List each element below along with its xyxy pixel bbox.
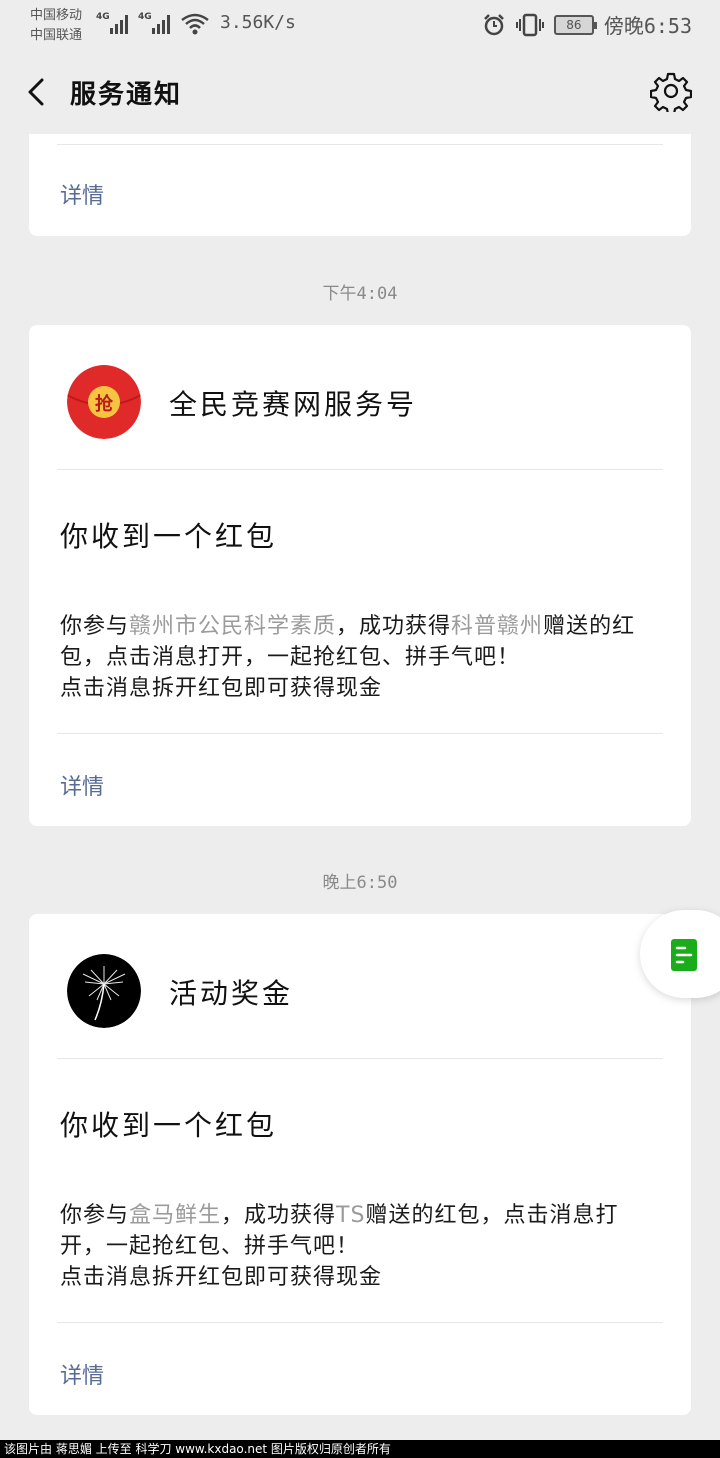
- account-name: 全民竞赛网服务号: [169, 388, 418, 421]
- wifi-icon: [181, 13, 209, 35]
- clock: 傍晚6:53: [603, 14, 692, 38]
- vibrate-icon: [515, 13, 544, 36]
- message-timestamp: 下午4:04: [322, 284, 398, 304]
- avatar-char: 抢: [95, 394, 113, 415]
- highlight-text: 科普赣州: [451, 614, 544, 639]
- account-name: 活动奖金: [169, 977, 294, 1010]
- network-type-1: 4G: [96, 12, 110, 22]
- notification-card[interactable]: 活动奖金 你收到一个红包 你参与盒马鲜生，成功获得TS赠送的红包，点击消息打开，…: [29, 914, 691, 1415]
- divider: [57, 733, 663, 734]
- notification-card[interactable]: 抢 全民竞赛网服务号 你收到一个红包 你参与赣州市公民科学素质，成功获得科普赣州…: [29, 325, 691, 826]
- highlight-text: TS: [336, 1203, 366, 1228]
- alarm-icon: [483, 13, 504, 35]
- details-link[interactable]: 详情: [60, 769, 104, 801]
- notification-card[interactable]: 详情: [29, 134, 691, 236]
- account-avatar[interactable]: 抢: [67, 365, 141, 439]
- account-avatar[interactable]: [67, 954, 141, 1028]
- message-title: 你收到一个红包: [60, 520, 278, 553]
- message-body: 你参与赣州市公民科学素质，成功获得科普赣州赠送的红包，点击消息打开，一起抢红包、…: [60, 614, 636, 701]
- carrier-2: 中国联通: [30, 28, 83, 43]
- network-speed: 3.56K/s: [220, 12, 296, 33]
- divider: [57, 1322, 663, 1323]
- dandelion-icon: [67, 954, 141, 1028]
- battery-indicator: 86: [553, 14, 597, 35]
- divider: [57, 144, 663, 145]
- status-bar: 中国移动 中国联通 4G 4G 3.56K/s 86 傍晚6:53: [0, 0, 720, 52]
- message-title: 你收到一个红包: [60, 1109, 278, 1142]
- gear-icon[interactable]: [650, 70, 692, 112]
- message-note: 点击消息拆开红包即可获得现金: [60, 1265, 383, 1290]
- divider: [57, 469, 663, 470]
- watermark-footer: 该图片由 蒋思媚 上传至 科学刀 www.kxdao.net 图片版权归原创者所…: [0, 1440, 720, 1458]
- document-icon: [671, 939, 697, 971]
- message-timestamp: 晚上6:50: [322, 873, 398, 893]
- divider: [57, 1058, 663, 1059]
- details-link[interactable]: 详情: [60, 1358, 104, 1390]
- message-body: 你参与盒马鲜生，成功获得TS赠送的红包，点击消息打开，一起抢红包、拼手气吧！ 点…: [60, 1203, 619, 1290]
- back-icon[interactable]: [20, 72, 60, 112]
- highlight-text: 赣州市公民科学素质: [129, 614, 337, 639]
- carrier-names: 中国移动 中国联通: [30, 6, 82, 46]
- page-title: 服务通知: [70, 80, 183, 110]
- signal-icon: [152, 14, 170, 34]
- status-right: 86 傍晚6:53: [482, 10, 692, 39]
- floating-window-button[interactable]: [640, 910, 720, 998]
- message-note: 点击消息拆开红包即可获得现金: [60, 676, 383, 701]
- carrier-1: 中国移动: [30, 8, 83, 23]
- details-link[interactable]: 详情: [60, 178, 104, 210]
- nav-bar: 服务通知: [0, 52, 720, 134]
- signal-icon: [110, 14, 128, 34]
- network-type-2: 4G: [138, 12, 152, 22]
- highlight-text: 盒马鲜生: [129, 1203, 222, 1228]
